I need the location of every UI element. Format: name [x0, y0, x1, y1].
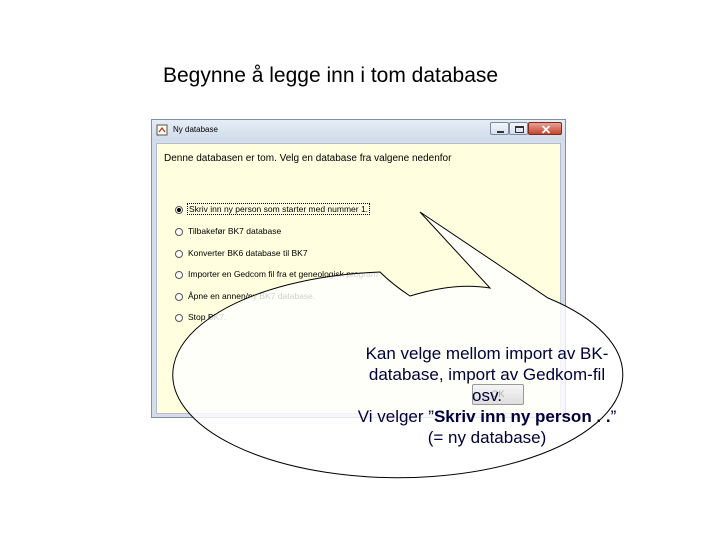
callout-suffix: ”	[610, 407, 617, 426]
callout-prefix: Vi velger ”	[357, 407, 434, 426]
callout-line-choice: Vi velger ”Skriv inn ny person . .”	[326, 406, 648, 427]
callout-text: Kan velge mellom import av BK- database,…	[326, 343, 648, 448]
callout-line: Kan velge mellom import av BK-	[365, 344, 609, 363]
speech-bubble	[172, 211, 624, 479]
callout-bold: Skriv inn ny person . .	[433, 407, 611, 426]
callout-line: database, import av Gedkom-fil	[368, 365, 606, 384]
callout-line: osv.	[472, 386, 502, 405]
callout-line: (= ny database)	[427, 428, 547, 447]
